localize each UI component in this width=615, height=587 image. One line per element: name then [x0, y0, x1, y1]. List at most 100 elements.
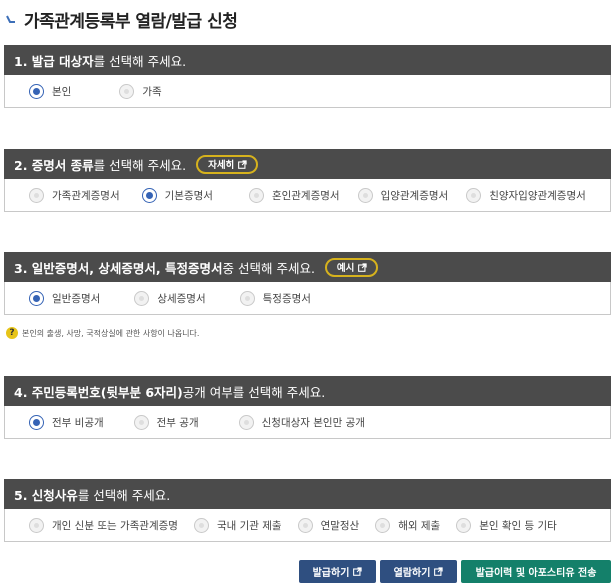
section-title-rest: 를 선택해 주세요. [93, 157, 187, 173]
section-header: 4. 주민등록번호(뒷부분 6자리) 공개 여부를 선택해 주세요. [4, 376, 611, 406]
external-link-icon [238, 159, 247, 169]
radio-group-target: 본인 가족 [4, 75, 611, 108]
detail-button[interactable]: 자세히 [196, 154, 259, 174]
section-certificate-type: 2. 증명서 종류 를 선택해 주세요. 자세히 가족관계증명서 기본증명서 혼인… [4, 149, 611, 212]
radio-button[interactable] [239, 290, 255, 306]
radio-button[interactable] [133, 414, 149, 430]
radio-option-family-relation[interactable]: 가족관계증명서 [29, 187, 120, 203]
radio-group-reason: 개인 신분 또는 가족관계증명 국내 기관 제출 연말정산 해외 제출 본인 확… [4, 509, 611, 542]
section-reason: 5. 신청사유 를 선택해 주세요. 개인 신분 또는 가족관계증명 국내 기관 … [4, 479, 611, 542]
external-link-icon [353, 567, 363, 576]
radio-label: 입양관계증명서 [380, 189, 449, 202]
section-rrn-disclosure: 4. 주민등록번호(뒷부분 6자리) 공개 여부를 선택해 주세요. 전부 비공… [4, 376, 611, 439]
section-header: 5. 신청사유 를 선택해 주세요. [4, 479, 611, 509]
radio-option-self[interactable]: 본인 [29, 83, 72, 99]
radio-button[interactable] [29, 83, 44, 99]
view-button-label: 열람하기 [393, 568, 431, 579]
radio-option-all-public[interactable]: 전부 공개 [133, 414, 199, 430]
history-button-label: 발급이력 및 아포스티유 전송 [475, 568, 597, 579]
radio-option-specific[interactable]: 특정증명서 [239, 290, 311, 306]
radio-label: 개인 신분 또는 가족관계증명 [52, 519, 178, 532]
radio-group-certificate-type: 가족관계증명서 기본증명서 혼인관계증명서 입양관계증명서 친양자입양관계증명서 [4, 179, 611, 212]
radio-label: 연말정산 [320, 519, 360, 532]
radio-label: 전부 비공개 [52, 416, 104, 429]
external-link-icon [434, 567, 444, 576]
radio-group-certificate-detail: 일반증명서 상세증명서 특정증명서 [4, 282, 611, 315]
radio-button[interactable] [29, 290, 44, 306]
radio-button[interactable] [238, 414, 254, 430]
radio-option-all-private[interactable]: 전부 비공개 [29, 414, 104, 430]
radio-button[interactable] [29, 187, 44, 203]
section-title-rest: 를 선택해 주세요. [93, 53, 187, 69]
section-certificate-detail: 3. 일반증명서, 상세증명서, 특정증명서 중 선택해 주세요. 예시 일반증… [4, 252, 611, 315]
radio-option-domestic[interactable]: 국내 기관 제출 [193, 517, 282, 533]
radio-button[interactable] [29, 517, 44, 533]
radio-option-other[interactable]: 본인 확인 등 기타 [456, 517, 557, 533]
section-header: 2. 증명서 종류 를 선택해 주세요. 자세히 [4, 149, 611, 179]
detail-button-label: 자세히 [208, 160, 235, 171]
radio-group-rrn-disclosure: 전부 비공개 전부 공개 신청대상자 본인만 공개 [4, 406, 611, 439]
question-icon: ? [6, 327, 18, 339]
section-header: 3. 일반증명서, 상세증명서, 특정증명서 중 선택해 주세요. 예시 [4, 252, 611, 282]
radio-button[interactable] [134, 290, 150, 306]
radio-label: 본인 [52, 85, 72, 98]
page-title-text: 가족관계등록부 열람/발급 신청 [24, 11, 238, 32]
radio-option-full-adoption[interactable]: 친양자입양관계증명서 [466, 187, 586, 203]
radio-label: 일반증명서 [52, 292, 101, 305]
radio-label: 상세증명서 [157, 292, 206, 305]
radio-button[interactable] [248, 187, 264, 203]
radio-option-family[interactable]: 가족 [119, 83, 162, 99]
radio-option-overseas[interactable]: 해외 제출 [375, 517, 441, 533]
radio-option-tax[interactable]: 연말정산 [297, 517, 360, 533]
radio-label: 전부 공개 [156, 416, 199, 429]
radio-label: 혼인관계증명서 [271, 189, 340, 202]
radio-button[interactable] [466, 187, 482, 203]
section-title-rest: 중 선택해 주세요. [222, 260, 315, 276]
radio-button[interactable] [119, 83, 135, 99]
section-header: 1. 발급 대상자 를 선택해 주세요. [4, 45, 611, 75]
radio-label: 기본증명서 [164, 189, 213, 202]
radio-button[interactable] [297, 517, 313, 533]
section-title-bold: 3. 일반증명서, 상세증명서, 특정증명서 [14, 260, 223, 276]
radio-option-self-only[interactable]: 신청대상자 본인만 공개 [238, 414, 365, 430]
radio-button[interactable] [357, 187, 373, 203]
radio-label: 본인 확인 등 기타 [479, 519, 557, 532]
info-note: ? 본인의 출생, 사망, 국적상실에 관한 사항이 나옵니다. [6, 327, 199, 339]
radio-label: 가족관계증명서 [52, 189, 120, 202]
radio-label: 국내 기관 제출 [216, 519, 282, 532]
info-note-text: 본인의 출생, 사망, 국적상실에 관한 사항이 나옵니다. [22, 328, 200, 338]
example-button-label: 예시 [336, 263, 355, 274]
external-link-icon [358, 262, 368, 272]
view-button[interactable]: 열람하기 [380, 560, 457, 583]
section-title-bold: 5. 신청사유 [14, 487, 78, 503]
radio-button[interactable] [141, 187, 157, 203]
radio-button[interactable] [193, 517, 209, 533]
radio-label: 해외 제출 [398, 519, 441, 532]
radio-label: 가족 [142, 85, 162, 98]
radio-label: 특정증명서 [262, 292, 311, 305]
example-button[interactable]: 예시 [324, 257, 379, 277]
radio-option-adoption[interactable]: 입양관계증명서 [357, 187, 449, 203]
section-title-bold: 4. 주민등록번호(뒷부분 6자리) [14, 384, 183, 400]
page-title: 가족관계등록부 열람/발급 신청 [4, 6, 238, 32]
radio-button[interactable] [29, 414, 44, 430]
history-apostille-button[interactable]: 발급이력 및 아포스티유 전송 [461, 560, 611, 583]
section-title-bold: 1. 발급 대상자 [14, 53, 94, 69]
section-title-bold: 2. 증명서 종류 [14, 157, 94, 173]
radio-label: 신청대상자 본인만 공개 [261, 416, 365, 429]
issue-button-label: 발급하기 [312, 568, 350, 579]
radio-label: 친양자입양관계증명서 [489, 189, 586, 202]
radio-option-detailed[interactable]: 상세증명서 [134, 290, 206, 306]
action-buttons: 발급하기 열람하기 발급이력 및 아포스티유 전송 [299, 560, 611, 583]
section-title-rest: 공개 여부를 선택해 주세요. [182, 384, 326, 400]
radio-option-identity[interactable]: 개인 신분 또는 가족관계증명 [29, 517, 178, 533]
radio-option-general[interactable]: 일반증명서 [29, 290, 101, 306]
section-target: 1. 발급 대상자 를 선택해 주세요. 본인 가족 [4, 45, 611, 108]
issue-button[interactable]: 발급하기 [299, 560, 376, 583]
radio-option-basic[interactable]: 기본증명서 [141, 187, 213, 203]
radio-button[interactable] [456, 517, 472, 533]
radio-option-marriage[interactable]: 혼인관계증명서 [248, 187, 340, 203]
title-arrow-icon [4, 12, 18, 26]
radio-button[interactable] [375, 517, 391, 533]
section-title-rest: 를 선택해 주세요. [77, 487, 171, 503]
